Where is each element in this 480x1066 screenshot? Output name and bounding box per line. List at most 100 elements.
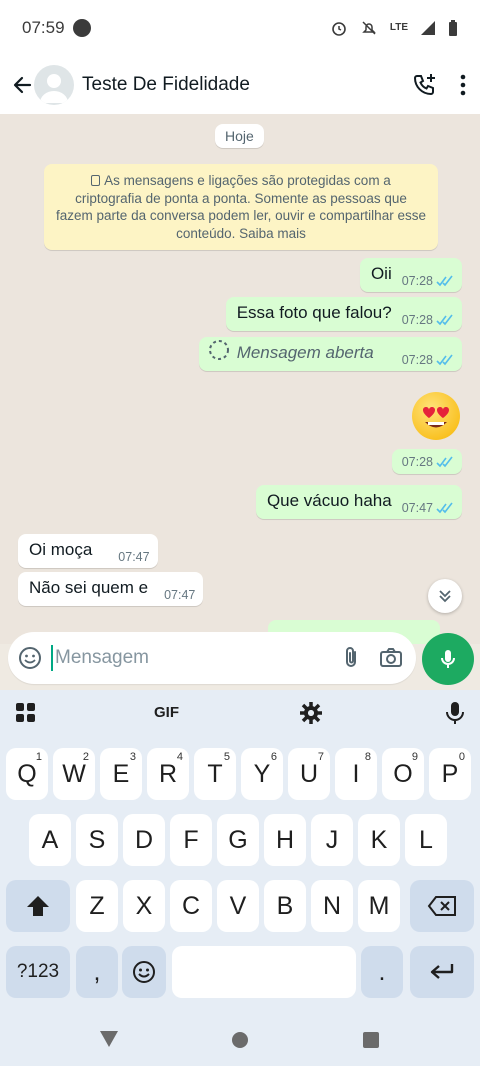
message-meta: 07:28 [392,313,462,331]
key-label: M [368,891,390,920]
key-label: V [229,891,247,920]
double-check-icon [436,502,453,514]
key-e[interactable]: E3 [100,748,142,800]
message-text: Essa foto que falou? [236,303,392,322]
key-r[interactable]: R4 [147,748,189,800]
nav-home-icon[interactable] [231,1031,249,1049]
message-time: 07:28 [401,353,433,367]
key-f[interactable]: F [170,814,212,866]
shift-key[interactable] [6,880,70,932]
key-label: F [183,825,199,854]
incoming-message[interactable]: Oi moça 07:47 [18,534,158,568]
key-t[interactable]: T5 [194,748,236,800]
more-vert-icon[interactable] [460,74,466,96]
key-label: T [207,759,223,788]
message-text: Oii [370,264,392,283]
key-z[interactable]: Z [76,880,118,932]
keyboard: GIF ?123 , . Q1W2E3R4T5Y6U7I8O9P0ASDFGHJ… [0,690,480,1024]
outgoing-message[interactable]: Que vácuo haha 07:47 [255,485,462,519]
message-input[interactable] [51,645,338,671]
heart-eyes-emoji[interactable] [412,392,460,440]
message-time: 07:47 [164,588,196,602]
composer [0,628,480,690]
key-k[interactable]: K [358,814,400,866]
message-meta: 07:28 [392,274,462,292]
incoming-message[interactable]: Não sei quem e 07:47 [18,572,204,606]
key-label: C [181,891,201,920]
scroll-to-bottom-button[interactable] [428,579,462,613]
mic-icon[interactable] [444,700,466,726]
chat-header: Teste De Fidelidade [0,56,480,114]
view-once-message[interactable]: Mensagem aberta 07:28 [198,337,462,371]
camera-icon[interactable] [378,645,404,671]
key-hint: 8 [364,751,371,763]
encryption-note[interactable]: As mensagens e ligações são protegidas c… [44,164,438,250]
key-p[interactable]: P0 [429,748,471,800]
key-d[interactable]: D [123,814,165,866]
key-label: Q [17,759,37,788]
key-x[interactable]: X [123,880,165,932]
emoji-message-meta[interactable]: 07:28 [391,449,462,474]
key-label: O [393,759,413,788]
key-label: D [134,825,154,854]
key-hint: 1 [35,751,42,763]
key-a[interactable]: A [29,814,71,866]
key-hint: 7 [317,751,324,763]
symbols-key[interactable]: ?123 [6,946,70,998]
outgoing-message[interactable]: Essa foto que falou? 07:28 [225,297,462,331]
enter-key[interactable] [410,946,474,998]
mute-icon [362,21,376,35]
key-label: Z [89,891,105,920]
system-nav-bar [0,1024,480,1066]
key-w[interactable]: W2 [53,748,95,800]
attach-icon[interactable] [338,645,364,671]
mic-button[interactable] [422,633,474,685]
key-b[interactable]: B [264,880,306,932]
enter-icon [430,964,454,979]
outgoing-message[interactable]: Oii 07:28 [359,258,462,292]
emoji-icon [133,961,155,983]
period-key[interactable]: . [361,946,403,998]
message-time: 07:47 [401,501,433,515]
key-label: N [322,891,342,920]
sticker-icon[interactable] [17,645,43,671]
comma-key[interactable]: , [76,946,118,998]
key-label: S [88,825,106,854]
key-i[interactable]: I8 [335,748,377,800]
key-h[interactable]: H [264,814,306,866]
message-text: Não sei quem e [29,578,149,597]
chat-title[interactable]: Teste De Fidelidade [82,74,250,96]
key-g[interactable]: G [217,814,259,866]
key-m[interactable]: M [358,880,400,932]
key-u[interactable]: U7 [288,748,330,800]
key-hint: 4 [176,751,183,763]
key-j[interactable]: J [311,814,353,866]
key-y[interactable]: Y6 [241,748,283,800]
key-q[interactable]: Q1 [6,748,48,800]
key-label: L [419,825,433,854]
gear-icon[interactable] [299,701,323,725]
nav-back-icon[interactable] [98,1029,120,1049]
emoji-key[interactable] [122,946,166,998]
key-s[interactable]: S [76,814,118,866]
encryption-text: As mensagens e ligações são protegidas c… [56,173,426,241]
avatar[interactable] [34,65,74,105]
message-input-pill [8,632,416,684]
space-key[interactable] [172,946,356,998]
nav-recents-icon[interactable] [362,1031,380,1049]
key-l[interactable]: L [405,814,447,866]
key-hint: 5 [223,751,230,763]
apps-grid-icon[interactable] [15,702,37,724]
chat-area[interactable]: Hoje As mensagens e ligações são protegi… [0,114,480,644]
message-time: 07:28 [401,313,433,327]
add-call-icon[interactable] [412,72,438,98]
gif-button[interactable]: GIF [154,704,179,721]
backspace-key[interactable] [410,880,474,932]
key-c[interactable]: C [170,880,212,932]
key-o[interactable]: O9 [382,748,424,800]
double-check-icon [436,314,453,326]
message-text: Mensagem aberta [236,343,374,362]
key-hint: 0 [458,751,465,763]
key-n[interactable]: N [311,880,353,932]
key-v[interactable]: V [217,880,259,932]
